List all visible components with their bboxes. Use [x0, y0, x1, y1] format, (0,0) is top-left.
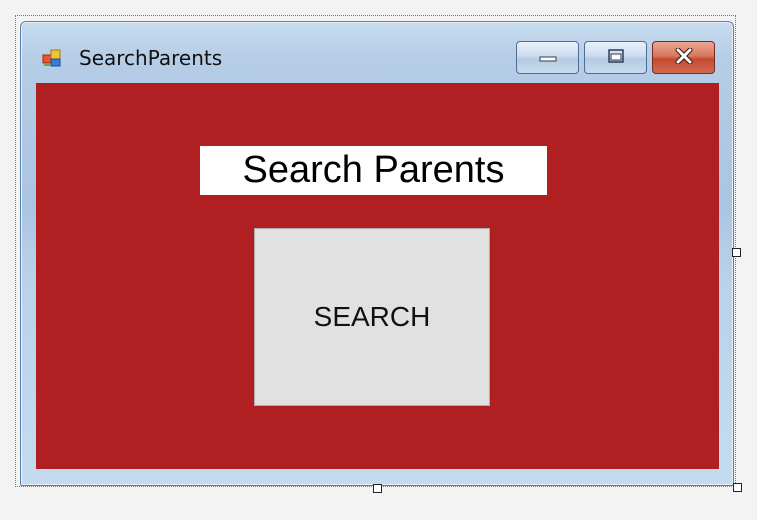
close-button[interactable] [652, 41, 715, 74]
resize-handle-bottom[interactable] [373, 484, 382, 493]
title-bar[interactable]: SearchParents [21, 22, 733, 84]
minimize-icon [538, 48, 558, 67]
form-client-area: Search Parents SEARCH [36, 83, 719, 469]
minimize-button[interactable] [516, 41, 579, 74]
search-parents-label: Search Parents [200, 146, 547, 195]
close-icon [673, 47, 695, 68]
resize-handle-bottom-right[interactable] [733, 483, 742, 492]
designer-surface: SearchParents Search Parents SEARCH [0, 0, 757, 520]
window-title: SearchParents [79, 46, 223, 70]
maximize-icon [606, 48, 626, 68]
search-button[interactable]: SEARCH [254, 228, 490, 406]
maximize-button[interactable] [584, 41, 647, 74]
resize-handle-right[interactable] [732, 248, 741, 257]
form-window[interactable]: SearchParents Search Parents SEARCH [20, 21, 734, 486]
windows-form-icon [42, 48, 62, 68]
